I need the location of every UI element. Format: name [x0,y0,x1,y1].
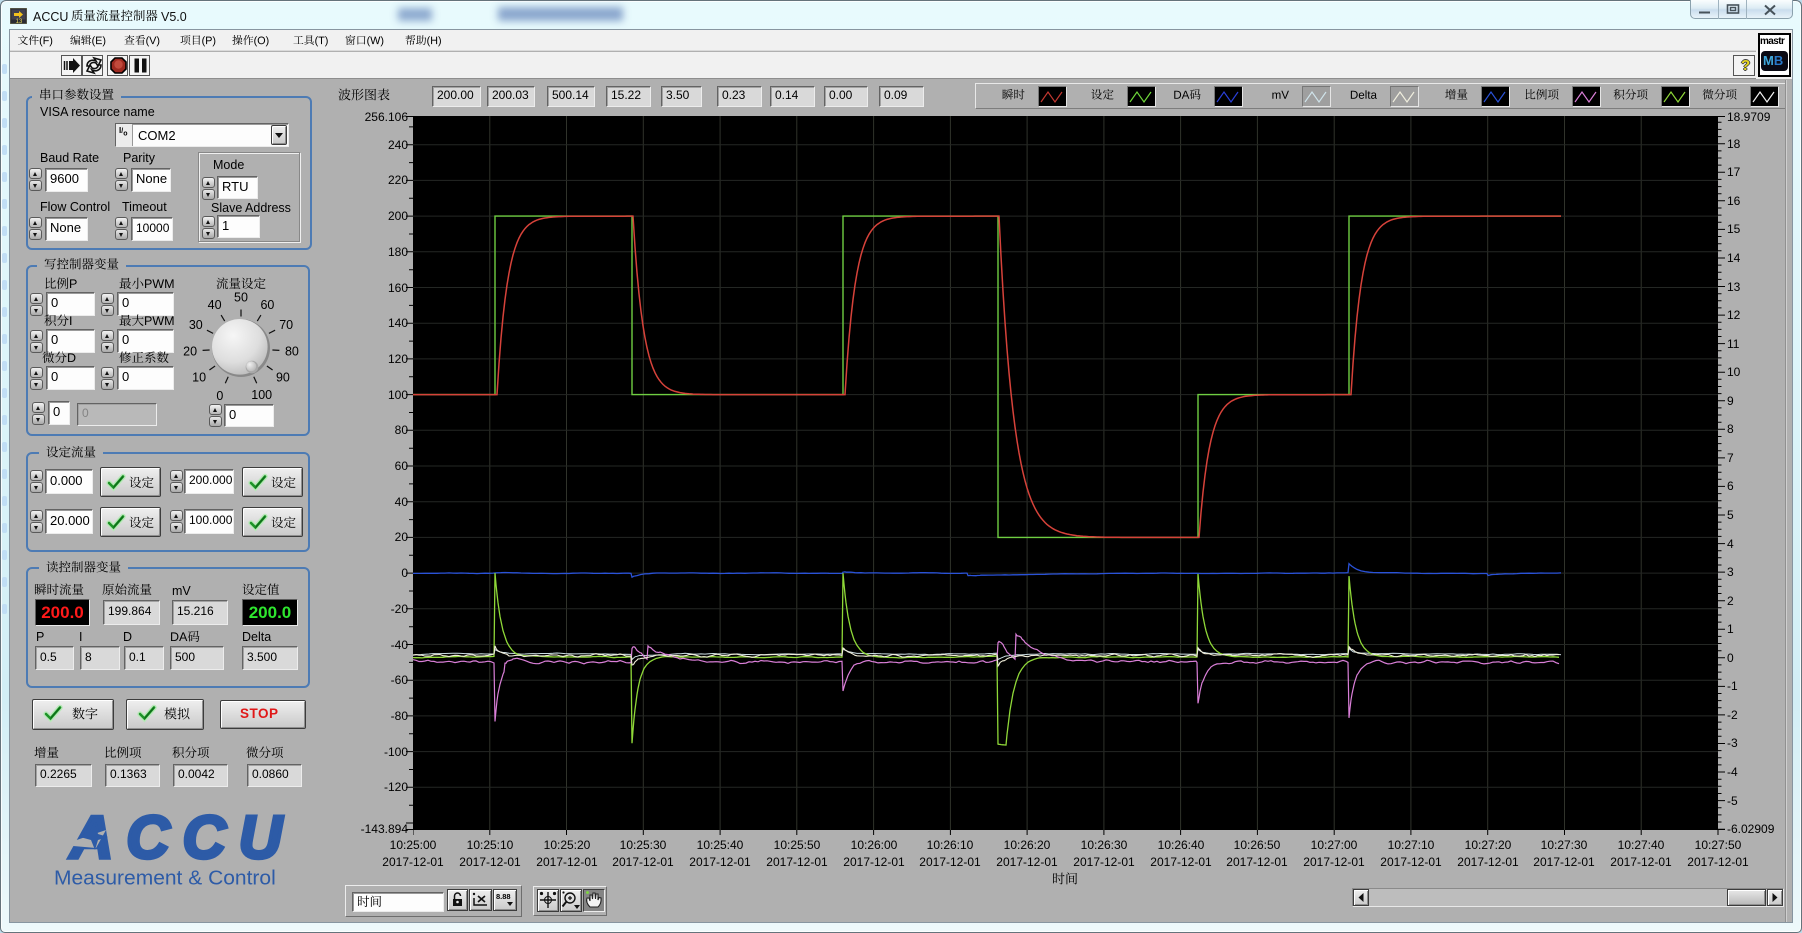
svg-text:0: 0 [216,389,223,403]
svg-text:10: 10 [192,371,206,385]
svg-text:50: 50 [234,291,248,305]
svg-text:100: 100 [251,388,272,402]
svg-text:90: 90 [276,371,290,385]
svg-text:80: 80 [285,345,299,359]
svg-text:60: 60 [260,298,274,312]
svg-text:13: 13 [16,19,23,24]
svg-text:20: 20 [183,345,197,359]
svg-text:70: 70 [279,318,293,332]
svg-text:30: 30 [189,318,203,332]
svg-text:40: 40 [208,298,222,312]
